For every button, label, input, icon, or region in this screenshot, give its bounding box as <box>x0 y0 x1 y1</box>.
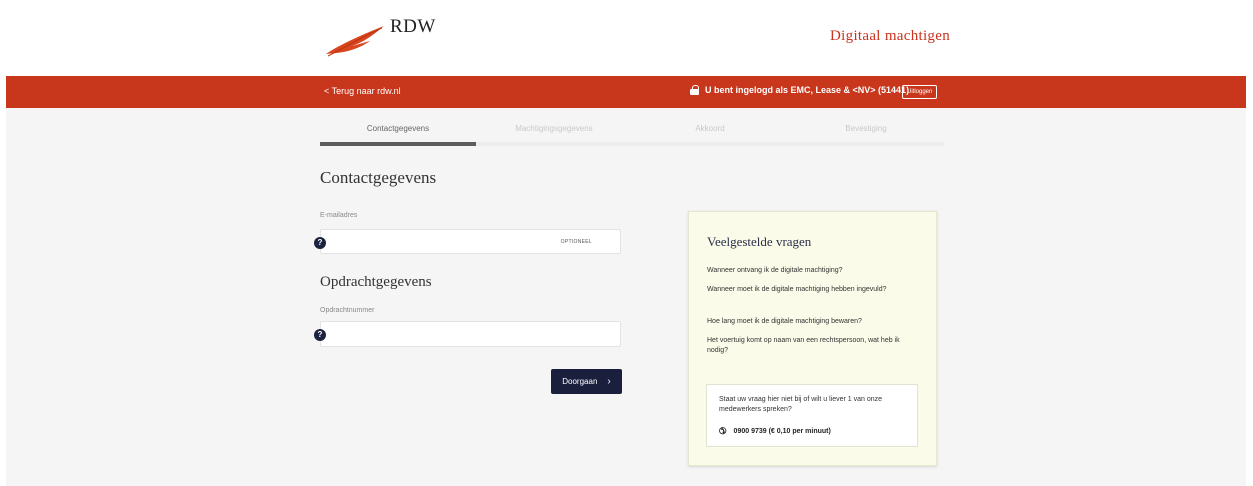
email-field[interactable]: ? OPTIONEEL <box>314 229 621 254</box>
optional-tag: OPTIONEEL <box>560 239 592 245</box>
progress-steps: Contactgegevens Machtigingsgegevens Akko… <box>320 124 944 148</box>
logo-text: RDW <box>390 16 436 37</box>
logout-button[interactable]: Uitloggen <box>902 85 938 99</box>
navigation-bar: < Terug naar rdw.nl U bent ingelogd als … <box>6 76 1246 108</box>
email-label: E-mailadres <box>320 212 358 219</box>
order-number-label: Opdrachtnummer <box>320 307 375 314</box>
faq-panel: Veelgestelde vragen Wanneer ontvang ik d… <box>688 211 937 466</box>
step-machtigingsgegevens: Machtigingsgegevens <box>515 124 593 133</box>
app-title: Digitaal machtigen <box>830 28 950 44</box>
faq-question[interactable]: Hoe lang moet ik de digitale machtiging … <box>707 317 921 327</box>
back-to-rdw-link[interactable]: < Terug naar rdw.nl <box>324 86 401 96</box>
faq-question[interactable]: Wanneer moet ik de digitale machtiging h… <box>707 285 921 295</box>
continue-label: Doorgaan <box>562 377 598 386</box>
faq-question[interactable]: Wanneer ontvang ik de digitale machtigin… <box>707 266 921 276</box>
faq-title: Veelgestelde vragen <box>707 234 812 249</box>
contact-text: Staat uw vraag hier niet bij of wilt u l… <box>719 396 883 413</box>
phone-number[interactable]: ✆ 0900 9739 (€ 0,10 per minuut) <box>719 426 831 437</box>
feather-logo-icon <box>326 26 384 57</box>
question-circle-icon[interactable]: ? <box>314 237 326 249</box>
chevron-right-icon: › <box>607 376 611 387</box>
login-status: U bent ingelogd als EMC, Lease & <NV> (5… <box>690 85 909 95</box>
contact-heading: Contactgegevens <box>320 168 437 187</box>
phone-text: 0900 9739 (€ 0,10 per minuut) <box>733 428 831 435</box>
continue-button[interactable]: Doorgaan › <box>551 369 622 394</box>
page-frame: RDW Digitaal machtigen < Terug naar rdw.… <box>6 0 1246 486</box>
lock-icon <box>690 85 699 95</box>
faq-question[interactable]: Het voertuig komt op naam van een rechts… <box>707 336 921 356</box>
contact-box: Staat uw vraag hier niet bij of wilt u l… <box>706 384 918 447</box>
step-akkoord: Akkoord <box>695 124 725 133</box>
step-bevestiging: Bevestiging <box>845 124 887 133</box>
step-contactgegevens: Contactgegevens <box>366 124 430 133</box>
question-circle-icon[interactable]: ? <box>314 329 326 341</box>
phone-icon: ✆ <box>719 426 727 436</box>
rdw-logo[interactable]: RDW <box>324 14 454 60</box>
progress-fill <box>320 142 476 146</box>
order-number-field[interactable]: ? <box>314 321 621 347</box>
order-heading: Opdrachtgegevens <box>320 274 432 290</box>
top-header: RDW Digitaal machtigen <box>6 0 1246 76</box>
login-status-text: U bent ingelogd als EMC, Lease & <NV> (5… <box>705 85 910 95</box>
